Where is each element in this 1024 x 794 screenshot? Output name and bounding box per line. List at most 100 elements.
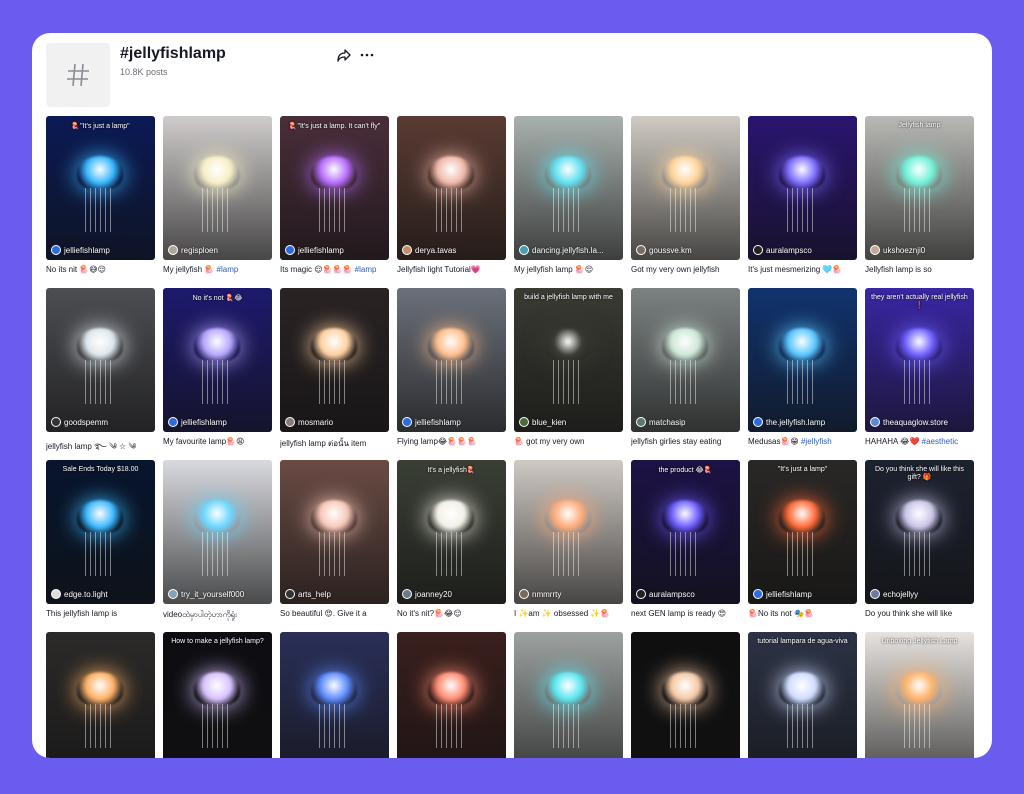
tile-username[interactable]: mosmario — [285, 417, 386, 427]
video-thumbnail[interactable]: regisploen — [163, 116, 272, 260]
video-thumbnail[interactable]: arts_help — [280, 460, 389, 604]
video-tile[interactable]: 🪼"It's just a lamp" jelliefishlamp No its … — [46, 116, 155, 288]
video-thumbnail[interactable] — [514, 632, 623, 758]
video-thumbnail[interactable]: nmmrrty — [514, 460, 623, 604]
video-tile[interactable]: derya.tavas Jellyfish light Tutorial💗 — [397, 116, 506, 288]
tile-username[interactable]: jelliefishlamp — [753, 589, 854, 599]
tile-username[interactable]: jelliefishlamp — [402, 417, 503, 427]
video-tile[interactable] — [397, 632, 506, 758]
video-tile[interactable]: the product 😂🪼 auralampsco next GEN lamp i… — [631, 460, 740, 632]
tile-username[interactable]: ukshoeznji0 — [870, 245, 971, 255]
tile-username[interactable]: goodspemm — [51, 417, 152, 427]
tile-username[interactable]: edge.to.light — [51, 589, 152, 599]
video-tile[interactable]: Sale Ends Today $18.00 edge.to.light This … — [46, 460, 155, 632]
video-tile[interactable]: matchasip jellyfish girlies stay eating — [631, 288, 740, 460]
video-thumbnail[interactable]: build a jellyfish lamp with me blue_kien — [514, 288, 623, 432]
jellyfish-lamp-glow — [779, 328, 825, 362]
video-tile[interactable]: "It's just a lamp" jelliefishlamp 🪼No its … — [748, 460, 857, 632]
video-thumbnail[interactable]: mosmario — [280, 288, 389, 432]
tile-username[interactable]: regisploen — [168, 245, 269, 255]
jellyfish-tendrils — [670, 360, 700, 404]
video-tile[interactable]: they aren't actually real jellyfish ❗ the… — [865, 288, 974, 460]
tile-username[interactable]: joanney20 — [402, 589, 503, 599]
video-tile[interactable] — [514, 632, 623, 758]
video-thumbnail[interactable]: jelliefishlamp — [397, 288, 506, 432]
tile-username[interactable]: goussve.km — [636, 245, 737, 255]
hashtag-link[interactable]: #lamp — [217, 265, 239, 274]
video-thumbnail[interactable]: matchasip — [631, 288, 740, 432]
video-tile[interactable]: Jellyfish lamp ukshoeznji0 Jellyfish lamp … — [865, 116, 974, 288]
video-thumbnail[interactable]: No it's not 🪼😂 jelliefishlamp — [163, 288, 272, 432]
hashtag-link[interactable]: #aesthetic — [922, 437, 958, 446]
video-tile[interactable]: build a jellyfish lamp with me blue_kien 🪼… — [514, 288, 623, 460]
tile-username[interactable]: jelliefishlamp — [51, 245, 152, 255]
tile-username[interactable]: jelliefishlamp — [168, 417, 269, 427]
hashtag-link[interactable]: #jellyfish — [801, 437, 832, 446]
jellyfish-lamp-glow — [428, 672, 474, 706]
video-thumbnail[interactable]: 🪼"It's just a lamp" jelliefishlamp — [46, 116, 155, 260]
video-tile[interactable]: try_it_yourself000 videoထဲမှာပါတဲ့ဟာကိုရှ… — [163, 460, 272, 632]
video-thumbnail[interactable] — [397, 632, 506, 758]
video-thumbnail[interactable]: 🪼"It's just a lamp. It can't fly" jellief… — [280, 116, 389, 260]
video-thumbnail[interactable]: auralampsco — [748, 116, 857, 260]
video-thumbnail[interactable]: "It's just a lamp" jelliefishlamp — [748, 460, 857, 604]
tile-username[interactable]: theaquaglow.store — [870, 417, 971, 427]
more-icon[interactable] — [359, 47, 375, 63]
video-tile[interactable]: regisploen My jellyfish 🪼 #lamp — [163, 116, 272, 288]
tile-username[interactable]: echojellyy — [870, 589, 971, 599]
video-thumbnail[interactable]: Sale Ends Today $18.00 edge.to.light — [46, 460, 155, 604]
video-thumbnail[interactable] — [631, 632, 740, 758]
tile-username[interactable]: dancing.jellyfish.la... — [519, 245, 620, 255]
tile-username[interactable]: auralampsco — [636, 589, 737, 599]
video-tile[interactable]: dancing.jellyfish.la... My jellyfish lamp… — [514, 116, 623, 288]
tile-username[interactable]: blue_kien — [519, 417, 620, 427]
caption-text: jellyfish girlies stay eating — [631, 437, 722, 446]
tile-username[interactable]: derya.tavas — [402, 245, 503, 255]
video-tile[interactable]: jelliefishlamp Flying lamp😂🪼🪼🪼 — [397, 288, 506, 460]
video-tile[interactable] — [631, 632, 740, 758]
video-thumbnail[interactable]: derya.tavas — [397, 116, 506, 260]
video-thumbnail[interactable]: dancing.jellyfish.la... — [514, 116, 623, 260]
video-tile[interactable]: No it's not 🪼😂 jelliefishlamp My favourite… — [163, 288, 272, 460]
video-thumbnail[interactable]: goussve.km — [631, 116, 740, 260]
video-thumbnail[interactable]: try_it_yourself000 — [163, 460, 272, 604]
video-thumbnail[interactable]: How to make a jellyfish lamp? — [163, 632, 272, 758]
share-icon[interactable] — [336, 47, 352, 63]
video-tile[interactable]: It's a jellyfish🪼 joanney20 No it's nit?🪼😂… — [397, 460, 506, 632]
tile-username[interactable]: try_it_yourself000 — [168, 589, 269, 599]
video-thumbnail[interactable]: the.jellyfish.lamp — [748, 288, 857, 432]
tile-username[interactable]: jelliefishlamp — [285, 245, 386, 255]
video-tile[interactable]: mosmario jellyfish lamp ต่อนั้น item — [280, 288, 389, 460]
video-thumbnail[interactable]: It's a jellyfish🪼 joanney20 — [397, 460, 506, 604]
video-tile[interactable] — [280, 632, 389, 758]
tile-username[interactable]: auralampsco — [753, 245, 854, 255]
video-thumbnail[interactable]: Jellyfish lamp ukshoeznji0 — [865, 116, 974, 260]
video-thumbnail[interactable] — [46, 632, 155, 758]
video-tile[interactable]: How to make a jellyfish lamp? — [163, 632, 272, 758]
tile-username[interactable]: matchasip — [636, 417, 737, 427]
hashtag-link[interactable]: #lamp — [355, 265, 377, 274]
avatar — [402, 589, 412, 599]
video-tile[interactable]: the.jellyfish.lamp Medusas🪼😁 #jellyfish — [748, 288, 857, 460]
video-tile[interactable]: arts_help So beautiful 😍. Give it a — [280, 460, 389, 632]
video-thumbnail[interactable]: tutorial lampara de agua-viva — [748, 632, 857, 758]
video-tile[interactable]: Unboxing Jellyfish Lamp — [865, 632, 974, 758]
video-tile[interactable]: nmmrrty I ✨am ✨ obsessed ✨🪼 — [514, 460, 623, 632]
video-tile[interactable]: goussve.km Got my very own jellyfish — [631, 116, 740, 288]
video-tile[interactable]: tutorial lampara de agua-viva — [748, 632, 857, 758]
jellyfish-lamp-glow — [779, 672, 825, 706]
video-tile[interactable]: auralampsco It's just mesmerizing 🩵🪼 — [748, 116, 857, 288]
video-thumbnail[interactable] — [280, 632, 389, 758]
tile-username[interactable]: arts_help — [285, 589, 386, 599]
video-thumbnail[interactable]: Unboxing Jellyfish Lamp — [865, 632, 974, 758]
video-tile[interactable] — [46, 632, 155, 758]
tile-username[interactable]: the.jellyfish.lamp — [753, 417, 854, 427]
video-thumbnail[interactable]: they aren't actually real jellyfish ❗ the… — [865, 288, 974, 432]
video-thumbnail[interactable]: the product 😂🪼 auralampsco — [631, 460, 740, 604]
video-tile[interactable]: Do you think she will like this gift? 🎁 e… — [865, 460, 974, 632]
video-thumbnail[interactable]: Do you think she will like this gift? 🎁 e… — [865, 460, 974, 604]
video-tile[interactable]: goodspemm jellyfish lamp ࿐ ༄ ☆ ༄ — [46, 288, 155, 460]
video-tile[interactable]: 🪼"It's just a lamp. It can't fly" jellief… — [280, 116, 389, 288]
video-thumbnail[interactable]: goodspemm — [46, 288, 155, 432]
tile-username[interactable]: nmmrrty — [519, 589, 620, 599]
